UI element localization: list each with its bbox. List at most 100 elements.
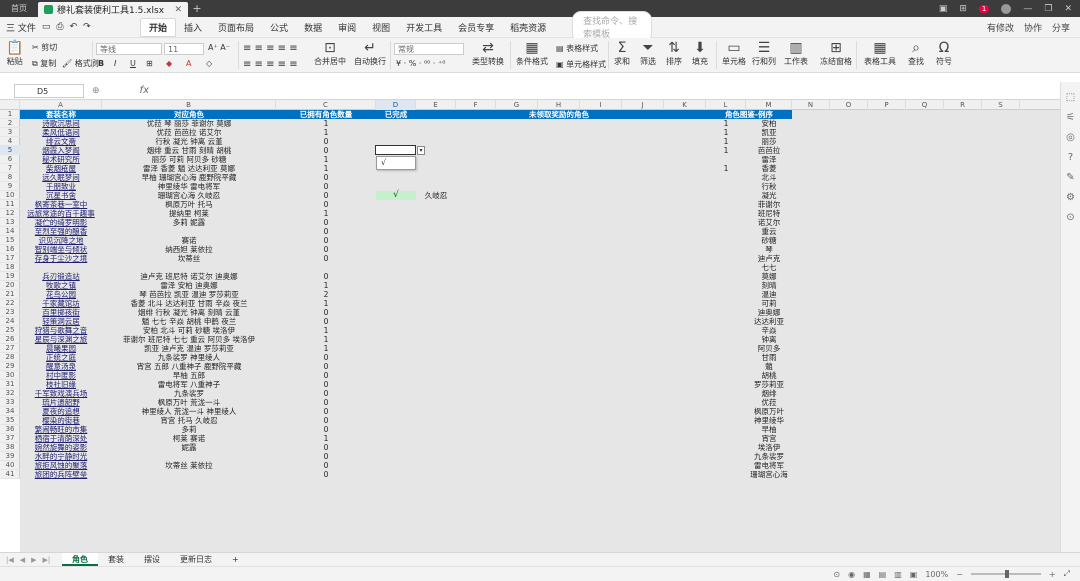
cell-area[interactable]: 套装名称 对应角色 已拥有角色数量 已完成 未领取奖励的角色 角色图鉴-例序 诗歌沉思间 优菈… xyxy=(20,110,1060,552)
table-cell[interactable]: 0 xyxy=(276,254,376,263)
table-cell[interactable] xyxy=(706,281,746,290)
paste-button[interactable]: 📋 粘贴 xyxy=(6,41,23,67)
table-cell[interactable]: 0 xyxy=(276,407,376,416)
table-cell[interactable]: 1 xyxy=(276,155,376,164)
grid-icon[interactable]: ⊞ xyxy=(959,4,967,14)
close-tab-icon[interactable]: ✕ xyxy=(174,5,182,15)
bold-button[interactable]: B xyxy=(98,59,104,68)
table-cell[interactable]: 胡桃 xyxy=(746,371,792,380)
home-tab[interactable]: 首页 xyxy=(0,0,38,17)
font-color-icon[interactable]: A xyxy=(186,59,191,68)
column-header[interactable]: M xyxy=(746,100,792,110)
row-header[interactable]: 1 xyxy=(0,110,20,119)
table-cell[interactable] xyxy=(706,155,746,164)
table-cell[interactable]: 1 xyxy=(706,119,746,128)
row-header[interactable]: 9 xyxy=(0,182,20,191)
table-cell[interactable] xyxy=(706,191,746,200)
table-cell[interactable]: 神里绫华 xyxy=(746,416,792,425)
table-cell[interactable]: 0 xyxy=(276,416,376,425)
table-cell[interactable] xyxy=(706,254,746,263)
table-cell[interactable]: 菲谢尔 xyxy=(746,200,792,209)
table-cell[interactable]: 砂糖 xyxy=(746,236,792,245)
table-cell[interactable] xyxy=(706,263,746,272)
set-name-link[interactable]: 远旅常途的百千趣事 xyxy=(20,209,102,218)
column-header[interactable]: P xyxy=(868,100,906,110)
table-cell[interactable]: 1 xyxy=(276,299,376,308)
redo-icon[interactable]: ↷ xyxy=(83,22,91,32)
last-sheet-icon[interactable]: ▶| xyxy=(43,556,51,564)
row-header[interactable]: 10 xyxy=(0,191,20,200)
set-name-link[interactable]: 枫寄茶巷一室中 xyxy=(20,200,102,209)
backup-icon[interactable]: ⊙ xyxy=(1066,212,1074,223)
help-icon[interactable]: ? xyxy=(1068,152,1073,163)
table-cell[interactable]: 0 xyxy=(276,272,376,281)
row-header[interactable]: 13 xyxy=(0,218,20,227)
conditional-format-button[interactable]: ▦ 条件格式 xyxy=(516,41,548,67)
table-cell[interactable]: 香菱 xyxy=(746,164,792,173)
table-cell[interactable]: 0 xyxy=(276,443,376,452)
row-header[interactable]: 39 xyxy=(0,452,20,461)
table-cell[interactable] xyxy=(706,407,746,416)
table-cell[interactable]: 0 xyxy=(276,173,376,182)
table-cell[interactable]: 刻晴 xyxy=(746,281,792,290)
table-cell[interactable]: 香菱 北斗 达达利亚 甘雨 辛焱 夜兰 xyxy=(102,299,276,308)
table-cell[interactable]: 雷泽 安柏 迪奥娜 xyxy=(102,281,276,290)
table-cell[interactable]: 久岐忍 xyxy=(416,191,456,200)
table-cell[interactable]: 甘雨 xyxy=(746,353,792,362)
column-header[interactable]: F xyxy=(456,100,496,110)
set-name-link[interactable]: 智别端坐与倾状 xyxy=(20,245,102,254)
set-name-link[interactable]: 正统之庭 xyxy=(20,353,102,362)
table-cell[interactable]: 1 xyxy=(276,344,376,353)
table-cell[interactable]: 琴 xyxy=(746,245,792,254)
set-name-link[interactable]: 凝伫的绮罗明影 xyxy=(20,218,102,227)
table-cell[interactable]: 菲谢尔 班尼特 七七 重云 阿贝多 埃洛伊 xyxy=(102,335,276,344)
row-header[interactable]: 21 xyxy=(0,290,20,299)
column-header[interactable]: H xyxy=(538,100,580,110)
set-name-link[interactable]: 栖宿于清荫深处 xyxy=(20,434,102,443)
table-cell[interactable]: 迪奥娜 xyxy=(746,308,792,317)
set-name-link[interactable]: 至烈至强的酿香 xyxy=(20,227,102,236)
table-cell[interactable]: 0 xyxy=(276,470,376,479)
table-cell[interactable] xyxy=(706,209,746,218)
row-header[interactable]: 2 xyxy=(0,119,20,128)
set-name-link[interactable]: 樱染的街巷 xyxy=(20,416,102,425)
table-cell[interactable]: 迪卢克 班尼特 诺艾尔 迪奥娜 xyxy=(102,272,276,281)
row-header[interactable]: 35 xyxy=(0,416,20,425)
table-cell[interactable]: 0 xyxy=(276,425,376,434)
table-cell[interactable]: 早柚 xyxy=(746,425,792,434)
row-header[interactable]: 36 xyxy=(0,425,20,434)
set-name-link[interactable]: 千军致戏演兵场 xyxy=(20,389,102,398)
zoom-level[interactable]: 100% xyxy=(925,570,948,579)
set-name-link[interactable]: 存身于尘沙之境 xyxy=(20,254,102,263)
dropdown-arrow-icon[interactable]: ▾ xyxy=(417,146,425,155)
table-cell[interactable]: 神里绫人 荒泷一斗 神里绫人 xyxy=(102,407,276,416)
row-header[interactable]: 16 xyxy=(0,245,20,254)
table-cell[interactable]: 凝光 xyxy=(746,191,792,200)
table-cell[interactable]: 0 xyxy=(276,227,376,236)
row-header[interactable]: 5 xyxy=(0,146,20,155)
table-cell[interactable]: 安柏 xyxy=(746,119,792,128)
sheet-tab-furnishings[interactable]: 摆设 xyxy=(134,553,170,566)
zoom-in-icon[interactable]: + xyxy=(1049,570,1056,579)
row-header[interactable]: 38 xyxy=(0,443,20,452)
zoom-out-icon[interactable]: − xyxy=(956,570,963,579)
table-cell[interactable] xyxy=(706,317,746,326)
next-sheet-icon[interactable]: ▶ xyxy=(31,556,36,564)
table-cell[interactable] xyxy=(706,353,746,362)
table-cell[interactable]: 九条裟罗 xyxy=(746,452,792,461)
table-cell[interactable]: 多莉 xyxy=(102,425,276,434)
table-cell[interactable]: 枫原万叶 荒泷一斗 xyxy=(102,398,276,407)
row-header[interactable]: 4 xyxy=(0,137,20,146)
table-cell[interactable]: 安柏 北斗 可莉 砂糖 埃洛伊 xyxy=(102,326,276,335)
collaborate-button[interactable]: 协作 xyxy=(1024,21,1042,34)
set-name-link[interactable]: 水畔的宁静时光 xyxy=(20,452,102,461)
set-name-link[interactable]: 醒意汤泉 xyxy=(20,362,102,371)
set-name-link[interactable]: 识见沉降之地 xyxy=(20,236,102,245)
minimize-icon[interactable]: — xyxy=(1023,4,1032,14)
share-button[interactable]: 分享 xyxy=(1052,21,1070,34)
italic-button[interactable]: I xyxy=(114,59,116,68)
table-cell[interactable]: 0 xyxy=(276,362,376,371)
row-header[interactable]: 8 xyxy=(0,173,20,182)
page-break-icon[interactable]: ▥ xyxy=(894,570,902,579)
table-cell[interactable]: 可莉 xyxy=(746,299,792,308)
